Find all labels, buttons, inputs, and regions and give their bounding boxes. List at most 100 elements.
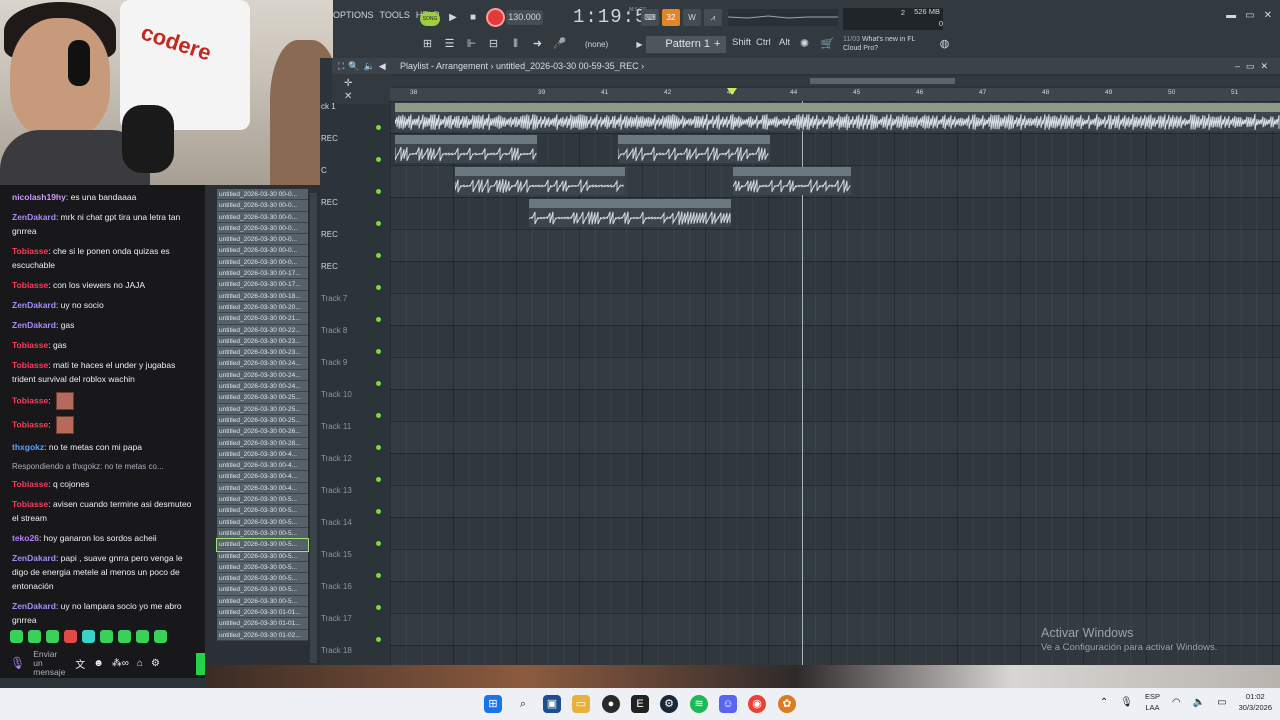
obs-icon[interactable]: ● [602,695,620,713]
metronome-icon[interactable]: ⩘ [704,9,722,26]
browser-file-item[interactable]: untitled_2026-03-30 00-4... [217,482,308,495]
track-mute-led[interactable] [376,477,381,482]
file-explorer-icon[interactable]: ▭ [572,695,590,713]
browser-file-item[interactable]: untitled_2026-03-30 00-25... [217,403,308,415]
store-icon[interactable]: ⌂ [137,658,143,669]
language-indicator[interactable]: ESP LAA [1145,691,1160,713]
discord-icon[interactable]: ☺ [719,695,737,713]
time-ruler[interactable]: 3839414243444546474849505152 [390,88,1280,101]
chat-username[interactable]: Tobiasse [12,280,48,290]
chevron-up-icon[interactable]: ⌃ [1100,697,1108,708]
track-header[interactable]: Track 13 [320,485,380,517]
browser-file-item[interactable]: untitled_2026-03-30 00-0... [217,234,308,246]
emoji-icon[interactable]: ☻ [93,658,104,669]
microphone-record-icon[interactable]: 🎤 [551,36,568,53]
browser-file-item[interactable]: untitled_2026-03-30 00-0... [217,256,308,269]
chat-input-placeholder[interactable]: Enviar un mensaje [33,649,67,677]
track-header[interactable]: Track 10 [320,389,380,421]
emote-icon[interactable] [46,630,59,643]
audio-clip[interactable]: untitled_2026-03-30 00-59-35_REC [618,135,770,163]
track-mute-led[interactable] [376,349,381,354]
chat-username[interactable]: ZenDakard [12,601,56,611]
track-mute-led[interactable] [376,221,381,226]
playlist-icon[interactable]: ⊞ [419,36,436,53]
browser-file-item[interactable]: untitled_2026-03-30 00-20... [217,301,308,314]
browser-file-item[interactable]: untitled_2026-03-30 00-28... [217,437,308,449]
step-edit-icon[interactable]: 32 [662,9,680,26]
browser-file-item[interactable]: untitled_2026-03-30 00-0... [217,211,308,223]
browser-file-item[interactable]: untitled_2026-03-30 00-21... [217,313,308,325]
chat-username[interactable]: Tobiasse [12,360,48,370]
track-mute-led[interactable] [376,637,381,642]
track-header[interactable]: Track 8 [320,325,380,357]
shift-key[interactable]: Shift [732,37,751,48]
chat-input-bar[interactable]: 🎙 Enviar un mensaje 文 ☻ ⁂∞ ⌂ ⚙ [10,649,200,677]
track-header[interactable]: Track 11 [320,421,380,453]
track-header[interactable]: Track 12 [320,453,380,485]
track-header[interactable]: Track 7 [320,293,380,325]
browser-file-item[interactable]: untitled_2026-03-30 00-18... [217,290,308,302]
store-app-icon[interactable]: ▣ [543,695,561,713]
track-mute-led[interactable] [376,445,381,450]
mixer-icon[interactable]: ⫴ [507,36,524,53]
track-header[interactable]: Track 17 [320,613,380,645]
maximize-icon[interactable]: ▭ [1245,10,1254,21]
steam-icon[interactable]: ⚙ [660,695,678,713]
clock-tray[interactable]: 01:02 30/3/2026 [1239,691,1272,713]
track-header[interactable]: C [320,165,380,197]
browser-file-item[interactable]: untitled_2026-03-30 00-5... [217,527,308,540]
browser-file-item[interactable]: untitled_2026-03-30 00-5... [217,561,308,574]
browser-file-item[interactable]: untitled_2026-03-30 01-02... [217,629,308,641]
emote-icon[interactable] [82,630,95,643]
add-pattern-icon[interactable]: + [714,36,726,53]
channel-rack-icon[interactable]: ☰ [441,36,458,53]
shop-icon[interactable]: 🛒 [819,36,836,53]
track-header[interactable]: REC [320,261,380,293]
browser-file-item[interactable]: untitled_2026-03-30 00-0... [217,200,308,212]
browser-file-item[interactable]: untitled_2026-03-30 00-5... [217,516,308,528]
battery-icon[interactable]: ▭ [1217,697,1226,708]
chat-username[interactable]: Tobiasse [12,419,48,429]
browser-file-item[interactable]: untitled_2026-03-30 00-4... [217,460,308,472]
browser-file-item[interactable]: untitled_2026-03-30 00-23... [217,347,308,359]
globe-icon[interactable]: ◍ [936,36,953,53]
playlist-window-controls[interactable]: –▭✕ [1235,58,1274,74]
browser-file-item[interactable]: untitled_2026-03-30 00-23... [217,335,308,348]
track-mute-led[interactable] [376,253,381,258]
chrome-icon[interactable]: ◉ [748,695,766,713]
chat-username[interactable]: Tobiasse [12,340,48,350]
track-header[interactable]: ck 1 [320,101,380,133]
chat-username[interactable]: Tobiasse [12,499,48,509]
track-mute-led[interactable] [376,125,381,130]
track-mute-led[interactable] [376,157,381,162]
chat-username[interactable]: ZenDakard [12,553,56,563]
browser-file-item[interactable]: untitled_2026-03-30 00-4... [217,471,308,483]
chat-username[interactable]: teko26 [12,533,39,543]
epic-games-icon[interactable]: E [631,695,649,713]
track-header[interactable]: Track 14 [320,517,380,549]
audio-clip[interactable]: untitled_2026-03-30 00-43-18_REC [395,135,537,163]
chat-emote-bar[interactable] [10,630,167,643]
track-mute-led[interactable] [376,605,381,610]
chat-username[interactable]: nicolash19hy [12,192,66,202]
fl-studio-icon[interactable]: ✿ [778,695,796,713]
track-header[interactable]: Track 16 [320,581,380,613]
browser-file-item[interactable]: untitled_2026-03-30 00-26... [217,426,308,438]
apps-icon[interactable]: ⁂∞ [112,658,129,669]
record-button[interactable] [488,10,503,25]
browser-file-item[interactable]: untitled_2026-03-30 00-22... [217,324,308,336]
alt-key[interactable]: Alt [779,37,790,48]
chat-username[interactable]: Tobiasse [12,246,48,256]
emote-icon[interactable] [118,630,131,643]
audio-clip[interactable]: DOLY FLACKKO X FROZOUDA X CLUSTER TYPE B… [395,103,1280,131]
playlist-toolbar[interactable]: ✛ ✕ [332,74,392,104]
playlist-grid[interactable]: DOLY FLACKKO X FROZOUDA X CLUSTER TYPE B… [390,101,1280,677]
emote-icon[interactable] [100,630,113,643]
track-header[interactable]: Track 15 [320,549,380,581]
track-header[interactable]: REC [320,229,380,261]
emote-icon[interactable] [136,630,149,643]
track-mute-led[interactable] [376,413,381,418]
microphone-tray-icon[interactable]: 🎙 [1120,697,1133,708]
browser-file-item[interactable]: untitled_2026-03-30 00-5... [217,550,308,562]
minimize-icon[interactable]: ▬ [1226,10,1236,21]
